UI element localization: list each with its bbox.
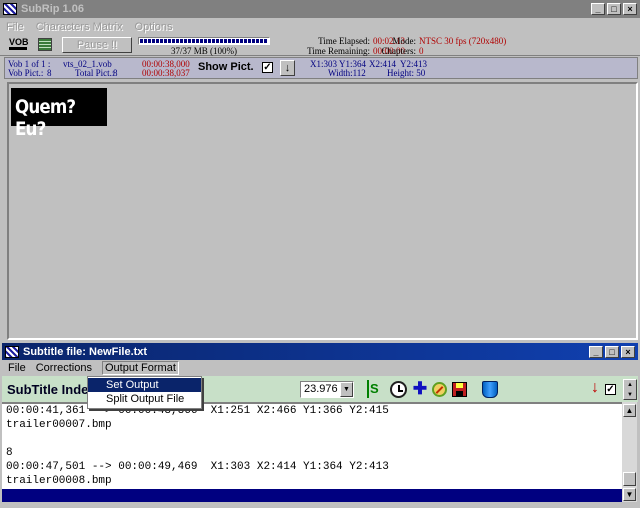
subtitle-line[interactable]: 8 [2,446,622,460]
info-panel: Vob 1 of 1 : vts_02_1.vob Vob Pict.: 8 T… [4,57,638,79]
mode-value: NTSC 30 fps (720x480) [419,36,507,46]
progress-text: 37/37 MB (100%) [171,46,237,56]
maximize-button[interactable]: □ [607,3,621,15]
subtitle-title-bar[interactable]: Subtitle file: NewFile.txt _ □ × [2,343,638,360]
subtitle-maximize-button[interactable]: □ [605,345,619,358]
selected-line-highlight[interactable] [2,489,622,502]
menu-item-split-output-file[interactable]: Split Output File [88,392,201,406]
save-icon[interactable] [452,382,467,397]
show-pict-label: Show Pict. [198,61,254,73]
red-down-arrow-icon[interactable]: ↓ [591,379,599,397]
menu-item-set-output-format[interactable]: Set Output Format [88,378,201,405]
main-window-title: SubRip 1.06 [21,3,84,15]
scroll-thumb[interactable] [623,472,636,486]
puzzle-icon[interactable]: ✚ [411,380,429,398]
main-menu-bar: File Characters Matrix Options [0,18,640,35]
menu-characters-matrix[interactable]: Characters Matrix [36,21,123,33]
spin-buttons[interactable]: ▲ ▼ [623,379,637,400]
subtitle-text-area[interactable]: 00:00:41,361 --> 00:00:43,366 X1:251 X2:… [2,402,622,502]
scroll-up-button[interactable]: ▲ [623,404,636,417]
subtitle-menu-bar: File Corrections Output Format [2,360,638,376]
arrow-down-icon: ↓ [284,62,291,74]
autoscroll-checkbox[interactable]: ✓ [605,384,616,395]
progress-bar [138,37,270,45]
matrix-icon[interactable] [38,38,52,51]
subtitle-app-icon[interactable] [5,345,19,358]
subtitle-line[interactable]: 00:00:47,501 --> 00:00:49,469 X1:303 X2:… [2,460,622,474]
box-width: Width:112 [328,68,366,78]
subtitle-image: Quem? Eu? [11,88,107,140]
output-format-dropdown: Set Output Format Split Output File [87,376,202,409]
total-pict-value: 8 [113,68,118,78]
spin-up-icon[interactable]: ▲ [624,380,636,390]
no-entry-icon[interactable] [432,382,447,397]
chapters-label: Chapters: [381,46,417,56]
spin-down-icon[interactable]: ▼ [624,390,636,400]
fps-select[interactable]: 23.976 ▼ [300,381,354,398]
subtitle-line[interactable] [2,432,622,446]
fps-dropdown-arrow[interactable]: ▼ [340,382,353,397]
subtitle-index-heading: SubTitle Index [7,382,96,397]
trash-bin-icon[interactable] [482,381,498,398]
chapters-value: 0 [419,46,424,56]
subtitle-ocr-icon[interactable]: S [367,380,381,398]
vob-icon[interactable]: VOB [9,38,29,52]
subtitle-menu-corrections[interactable]: Corrections [36,362,92,374]
arrow-down-button[interactable]: ↓ [280,60,295,76]
toolbar: VOB Pause !! 37/37 MB (100%) Time Elapse… [0,35,640,56]
vob-pict-value: 8 [47,68,52,78]
main-title-bar[interactable]: SubRip 1.06 _ □ × [0,0,640,18]
subtitle-line[interactable]: trailer00007.bmp [2,418,622,432]
vertical-scrollbar[interactable]: ▲ ▼ [622,402,637,502]
preview-area[interactable]: Quem? Eu? [7,82,638,340]
show-pict-checkbox[interactable]: ✓ [262,62,273,73]
app-icon[interactable] [3,3,17,15]
clock-icon[interactable] [390,381,407,398]
progress-fill [140,39,268,43]
scroll-down-button[interactable]: ▼ [623,488,636,501]
time-end: 00:00:38,037 [142,68,190,78]
time-remaining-label: Time Remaining: [307,46,370,56]
pause-button[interactable]: Pause !! [62,37,132,53]
box-height: Height: 50 [387,68,426,78]
close-button[interactable]: × [623,3,637,15]
subtitle-menu-file[interactable]: File [8,362,26,374]
total-pict-label: Total Pict.: [75,68,115,78]
subtitle-menu-output-format[interactable]: Output Format [101,361,179,375]
subtitle-line[interactable]: trailer00008.bmp [2,474,622,488]
subtitle-minimize-button[interactable]: _ [589,345,603,358]
subtitle-window-title: Subtitle file: NewFile.txt [23,345,148,358]
time-elapsed-label: Time Elapsed: [318,36,370,46]
vob-pict-label: Vob Pict.: [8,68,44,78]
subtitle-close-button[interactable]: × [621,345,635,358]
menu-file[interactable]: File [6,21,24,33]
menu-options[interactable]: Options [135,21,173,33]
mode-label: Mode: [392,36,417,46]
minimize-button[interactable]: _ [591,3,605,15]
